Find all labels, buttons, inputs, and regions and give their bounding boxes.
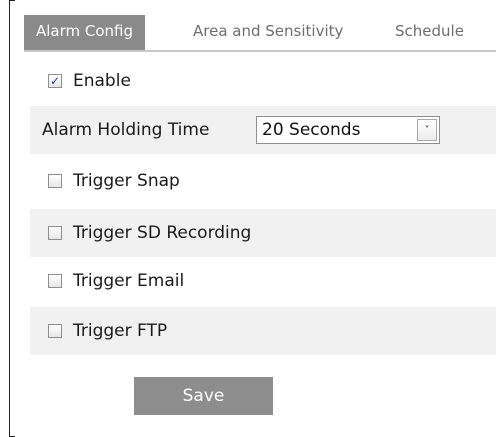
tab-alarm-config[interactable]: Alarm Config bbox=[24, 15, 146, 50]
tab-area-and-sensitivity[interactable]: Area and Sensitivity bbox=[193, 15, 343, 50]
tab-schedule[interactable]: Schedule bbox=[395, 15, 464, 50]
trigger-ftp-checkbox[interactable] bbox=[48, 324, 62, 338]
trigger-sd-recording-row: Trigger SD Recording bbox=[30, 209, 496, 257]
trigger-email-checkbox[interactable] bbox=[48, 274, 62, 288]
trigger-snap-row: Trigger Snap bbox=[30, 159, 496, 203]
trigger-ftp-row: Trigger FTP bbox=[30, 307, 496, 355]
enable-checkbox[interactable]: ✓ bbox=[48, 74, 62, 88]
chevron-down-icon[interactable]: ˅ bbox=[417, 119, 437, 141]
trigger-snap-label: Trigger Snap bbox=[73, 171, 180, 191]
enable-label: Enable bbox=[73, 71, 131, 91]
enable-row: ✓ Enable bbox=[30, 59, 496, 103]
trigger-ftp-label: Trigger FTP bbox=[73, 321, 168, 341]
save-button[interactable]: Save bbox=[134, 377, 273, 415]
trigger-sd-recording-label: Trigger SD Recording bbox=[73, 223, 252, 243]
trigger-snap-checkbox[interactable] bbox=[48, 174, 62, 188]
trigger-email-row: Trigger Email bbox=[30, 259, 496, 303]
alarm-holding-time-value: 20 Seconds bbox=[262, 120, 361, 140]
frame-border-left bbox=[9, 0, 10, 437]
frame-corner-top bbox=[9, 0, 15, 1]
alarm-holding-time-label: Alarm Holding Time bbox=[42, 120, 210, 140]
alarm-holding-time-select[interactable]: 20 Seconds ˅ bbox=[256, 116, 440, 144]
tab-bar: Alarm Config Area and Sensitivity Schedu… bbox=[24, 15, 496, 52]
trigger-sd-recording-checkbox[interactable] bbox=[48, 226, 62, 240]
trigger-email-label: Trigger Email bbox=[73, 271, 185, 291]
